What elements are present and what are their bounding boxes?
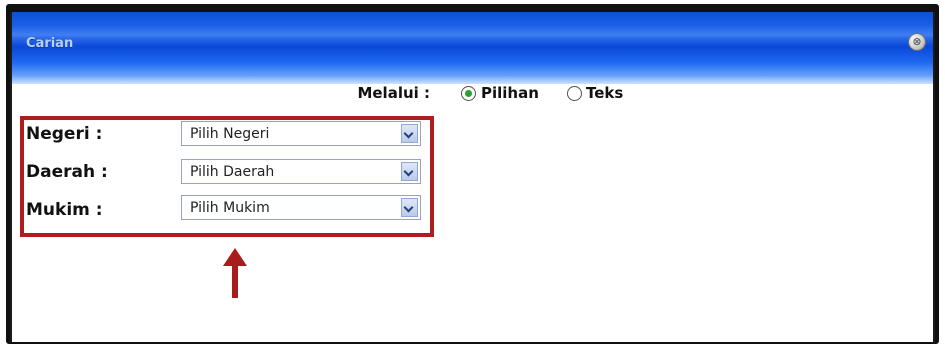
daerah-label: Daerah : bbox=[26, 162, 108, 182]
negeri-select-value: Pilih Negeri bbox=[190, 126, 270, 142]
chevron-down-icon[interactable] bbox=[401, 198, 418, 217]
radio-pilihan[interactable] bbox=[461, 86, 476, 101]
up-arrow-shaft bbox=[232, 262, 238, 298]
daerah-select[interactable]: Pilih Daerah bbox=[181, 159, 421, 184]
radio-teks[interactable] bbox=[567, 86, 582, 101]
negeri-label: Negeri : bbox=[26, 124, 103, 144]
dialog-titlebar[interactable]: Carian ⊗ bbox=[12, 12, 933, 84]
negeri-select[interactable]: Pilih Negeri bbox=[181, 121, 421, 146]
radio-teks-label[interactable]: Teks bbox=[586, 84, 623, 102]
close-icon[interactable]: ⊗ bbox=[909, 34, 925, 50]
radio-pilihan-label[interactable]: Pilihan bbox=[481, 84, 539, 102]
mukim-select[interactable]: Pilih Mukim bbox=[181, 195, 421, 220]
chevron-down-icon[interactable] bbox=[401, 124, 418, 143]
chevron-down-icon[interactable] bbox=[401, 162, 418, 181]
mukim-select-value: Pilih Mukim bbox=[190, 200, 270, 216]
dialog-title: Carian bbox=[26, 36, 74, 51]
daerah-select-value: Pilih Daerah bbox=[190, 164, 275, 180]
mukim-label: Mukim : bbox=[26, 200, 103, 220]
search-by-label: Melalui : bbox=[357, 84, 430, 102]
